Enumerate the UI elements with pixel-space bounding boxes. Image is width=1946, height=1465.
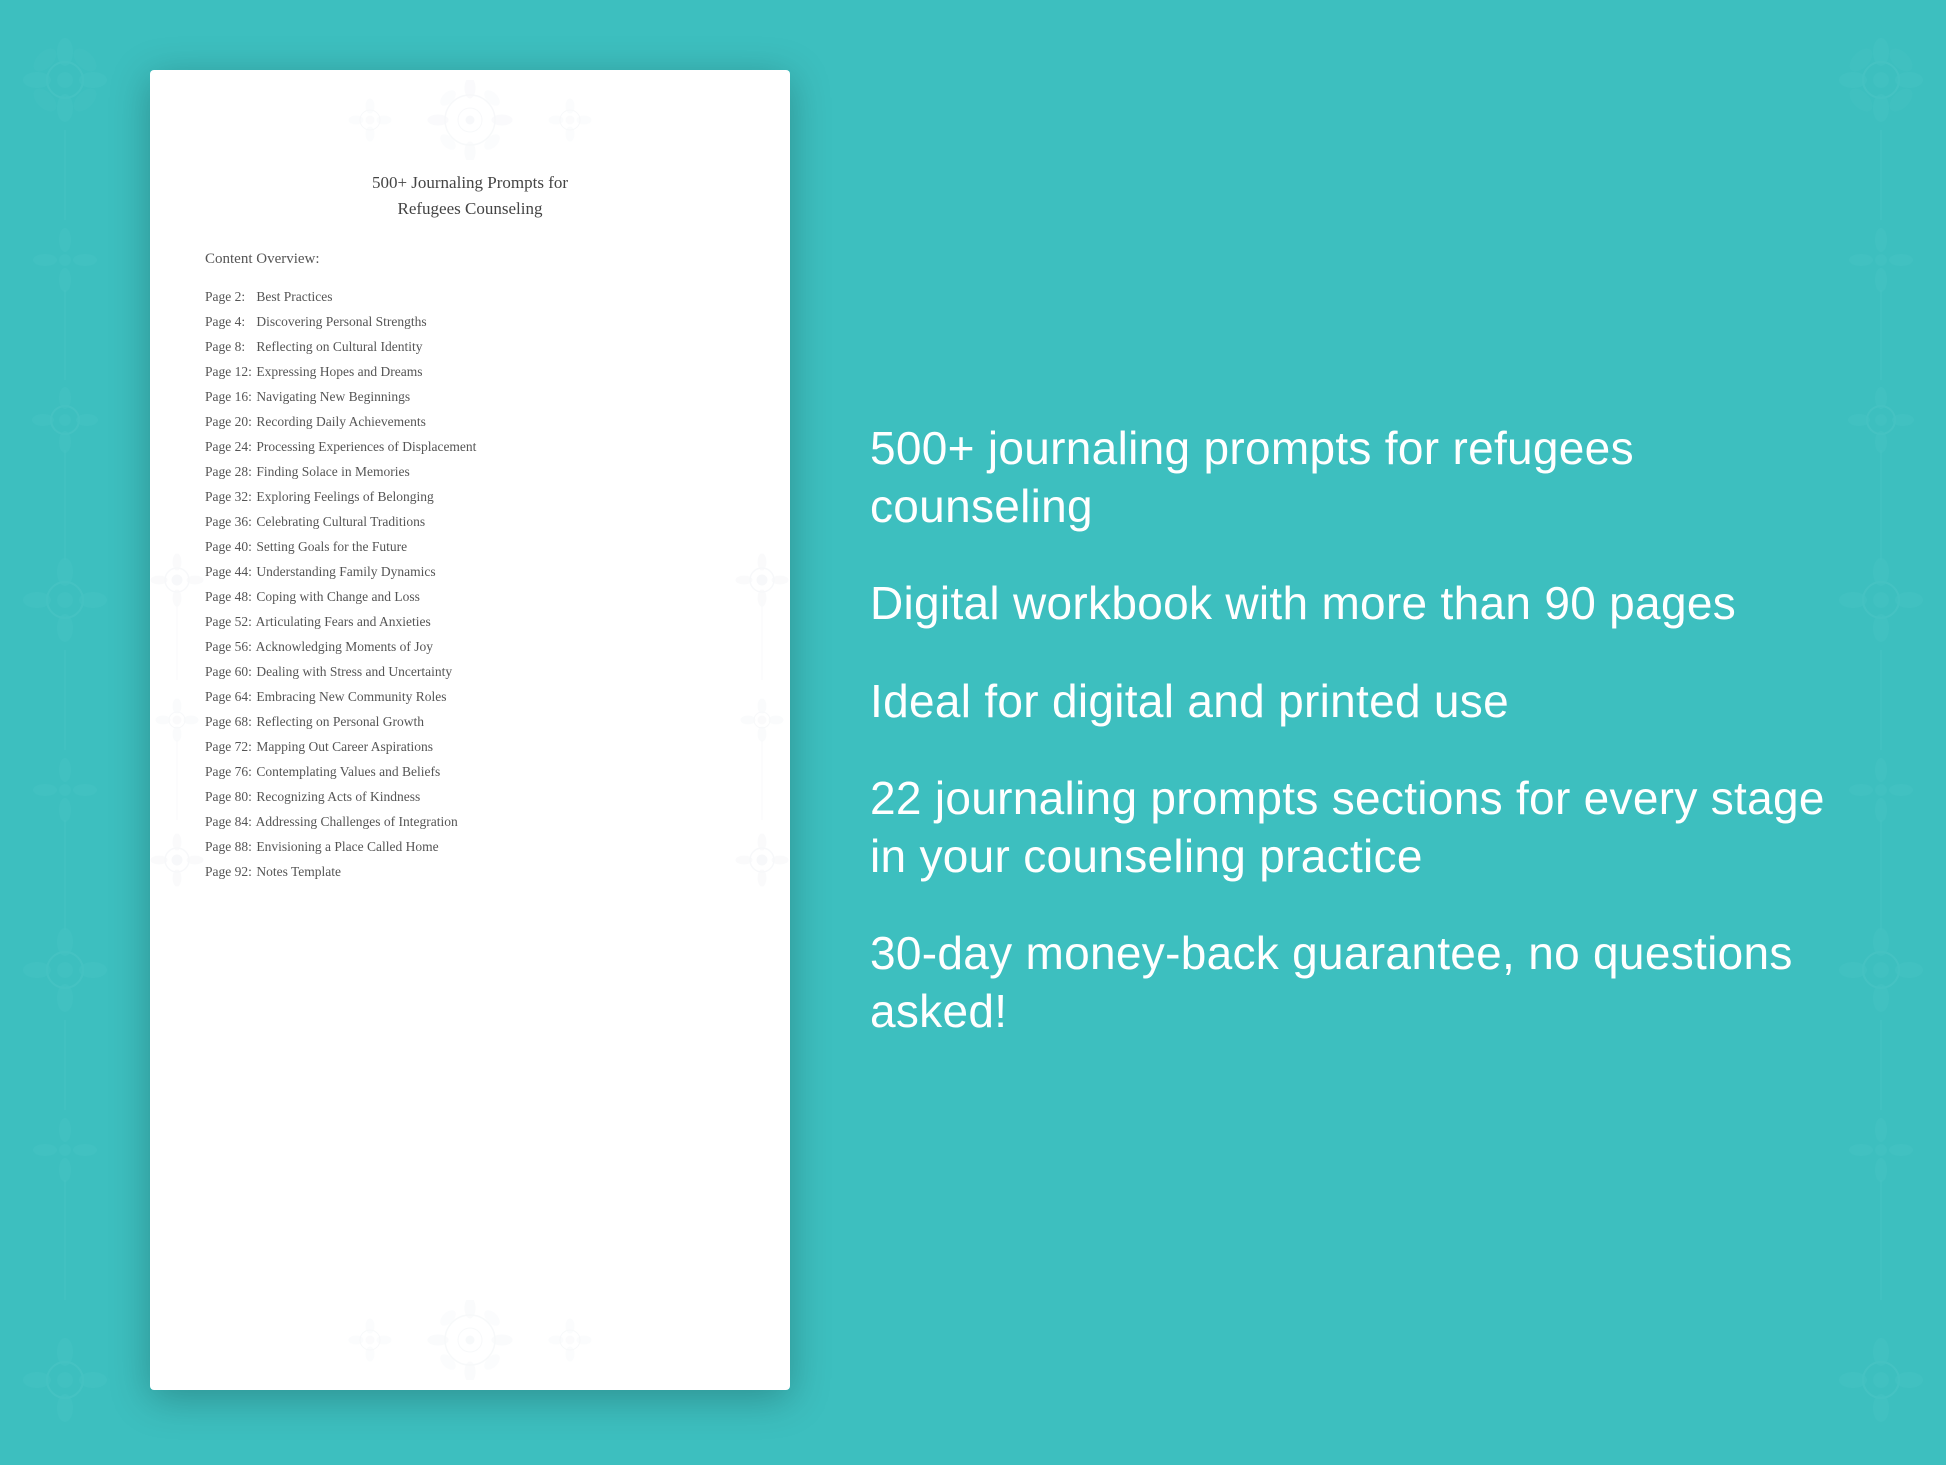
toc-title: Acknowledging Moments of Joy bbox=[253, 639, 433, 654]
toc-page-number: Page 56: bbox=[205, 639, 253, 655]
toc-title: Setting Goals for the Future bbox=[253, 539, 407, 554]
toc-item: Page 68: Reflecting on Personal Growth bbox=[205, 709, 735, 734]
toc-page-number: Page 60: bbox=[205, 664, 253, 680]
toc-title: Celebrating Cultural Traditions bbox=[253, 514, 425, 529]
toc-page-number: Page 36: bbox=[205, 514, 253, 530]
toc-item: Page 52: Articulating Fears and Anxietie… bbox=[205, 609, 735, 634]
toc-title: Contemplating Values and Beliefs bbox=[253, 764, 440, 779]
toc-page-number: Page 32: bbox=[205, 489, 253, 505]
bottom-mandala-decoration bbox=[310, 1300, 630, 1380]
toc-title: Best Practices bbox=[253, 289, 332, 304]
toc-page-number: Page 12: bbox=[205, 364, 253, 380]
toc-item: Page 64: Embracing New Community Roles bbox=[205, 684, 735, 709]
toc-title: Exploring Feelings of Belonging bbox=[253, 489, 434, 504]
toc-title: Addressing Challenges of Integration bbox=[253, 814, 458, 829]
document-page: 500+ Journaling Prompts for Refugees Cou… bbox=[150, 70, 790, 1390]
table-of-contents: Page 2: Best PracticesPage 4: Discoverin… bbox=[205, 284, 735, 884]
toc-title: Recognizing Acts of Kindness bbox=[253, 789, 420, 804]
toc-title: Dealing with Stress and Uncertainty bbox=[253, 664, 452, 679]
toc-page-number: Page 84: bbox=[205, 814, 253, 830]
toc-item: Page 28: Finding Solace in Memories bbox=[205, 459, 735, 484]
toc-item: Page 88: Envisioning a Place Called Home bbox=[205, 834, 735, 859]
toc-title: Finding Solace in Memories bbox=[253, 464, 410, 479]
toc-title: Coping with Change and Loss bbox=[253, 589, 420, 604]
toc-page-number: Page 8: bbox=[205, 339, 253, 355]
toc-title: Expressing Hopes and Dreams bbox=[253, 364, 422, 379]
toc-item: Page 48: Coping with Change and Loss bbox=[205, 584, 735, 609]
toc-title: Reflecting on Personal Growth bbox=[253, 714, 424, 729]
toc-item: Page 80: Recognizing Acts of Kindness bbox=[205, 784, 735, 809]
toc-page-number: Page 72: bbox=[205, 739, 253, 755]
toc-page-number: Page 80: bbox=[205, 789, 253, 805]
toc-item: Page 76: Contemplating Values and Belief… bbox=[205, 759, 735, 784]
toc-item: Page 12: Expressing Hopes and Dreams bbox=[205, 359, 735, 384]
toc-page-number: Page 48: bbox=[205, 589, 253, 605]
toc-title: Reflecting on Cultural Identity bbox=[253, 339, 422, 354]
left-floral-decoration bbox=[0, 0, 130, 1460]
toc-item: Page 20: Recording Daily Achievements bbox=[205, 409, 735, 434]
document-wrapper: 500+ Journaling Prompts for Refugees Cou… bbox=[130, 50, 810, 1410]
toc-item: Page 8: Reflecting on Cultural Identity bbox=[205, 334, 735, 359]
feature-text-item: Ideal for digital and printed use bbox=[870, 673, 1866, 731]
toc-title: Processing Experiences of Displacement bbox=[253, 439, 476, 454]
toc-page-number: Page 88: bbox=[205, 839, 253, 855]
toc-title: Notes Template bbox=[253, 864, 341, 879]
content-overview-label: Content Overview: bbox=[205, 251, 735, 268]
toc-item: Page 84: Addressing Challenges of Integr… bbox=[205, 809, 735, 834]
toc-item: Page 56: Acknowledging Moments of Joy bbox=[205, 634, 735, 659]
toc-title: Mapping Out Career Aspirations bbox=[253, 739, 433, 754]
toc-page-number: Page 20: bbox=[205, 414, 253, 430]
toc-item: Page 36: Celebrating Cultural Traditions bbox=[205, 509, 735, 534]
toc-title: Discovering Personal Strengths bbox=[253, 314, 427, 329]
toc-page-number: Page 4: bbox=[205, 314, 253, 330]
toc-page-number: Page 76: bbox=[205, 764, 253, 780]
toc-title: Envisioning a Place Called Home bbox=[253, 839, 439, 854]
toc-title: Embracing New Community Roles bbox=[253, 689, 446, 704]
toc-page-number: Page 40: bbox=[205, 539, 253, 555]
toc-item: Page 72: Mapping Out Career Aspirations bbox=[205, 734, 735, 759]
toc-item: Page 2: Best Practices bbox=[205, 284, 735, 309]
toc-page-number: Page 64: bbox=[205, 689, 253, 705]
feature-text-item: 30-day money-back guarantee, no question… bbox=[870, 925, 1866, 1040]
toc-page-number: Page 2: bbox=[205, 289, 253, 305]
toc-item: Page 60: Dealing with Stress and Uncerta… bbox=[205, 659, 735, 684]
toc-item: Page 40: Setting Goals for the Future bbox=[205, 534, 735, 559]
top-mandala-decoration bbox=[310, 80, 630, 160]
toc-title: Navigating New Beginnings bbox=[253, 389, 410, 404]
document-title: 500+ Journaling Prompts for Refugees Cou… bbox=[205, 170, 735, 221]
toc-item: Page 92: Notes Template bbox=[205, 859, 735, 884]
toc-title: Understanding Family Dynamics bbox=[253, 564, 436, 579]
doc-right-decoration bbox=[735, 530, 790, 930]
feature-text-item: 500+ journaling prompts for refugees cou… bbox=[870, 420, 1866, 535]
doc-left-decoration bbox=[150, 530, 205, 930]
toc-item: Page 16: Navigating New Beginnings bbox=[205, 384, 735, 409]
toc-page-number: Page 24: bbox=[205, 439, 253, 455]
toc-page-number: Page 68: bbox=[205, 714, 253, 730]
toc-item: Page 32: Exploring Feelings of Belonging bbox=[205, 484, 735, 509]
toc-item: Page 4: Discovering Personal Strengths bbox=[205, 309, 735, 334]
toc-page-number: Page 44: bbox=[205, 564, 253, 580]
toc-item: Page 24: Processing Experiences of Displ… bbox=[205, 434, 735, 459]
features-panel: 500+ journaling prompts for refugees cou… bbox=[810, 360, 1946, 1100]
toc-title: Articulating Fears and Anxieties bbox=[253, 614, 431, 629]
toc-page-number: Page 28: bbox=[205, 464, 253, 480]
toc-title: Recording Daily Achievements bbox=[253, 414, 426, 429]
toc-page-number: Page 92: bbox=[205, 864, 253, 880]
feature-text-item: Digital workbook with more than 90 pages bbox=[870, 575, 1866, 633]
feature-text-item: 22 journaling prompts sections for every… bbox=[870, 770, 1866, 885]
toc-page-number: Page 52: bbox=[205, 614, 253, 630]
toc-page-number: Page 16: bbox=[205, 389, 253, 405]
toc-item: Page 44: Understanding Family Dynamics bbox=[205, 559, 735, 584]
